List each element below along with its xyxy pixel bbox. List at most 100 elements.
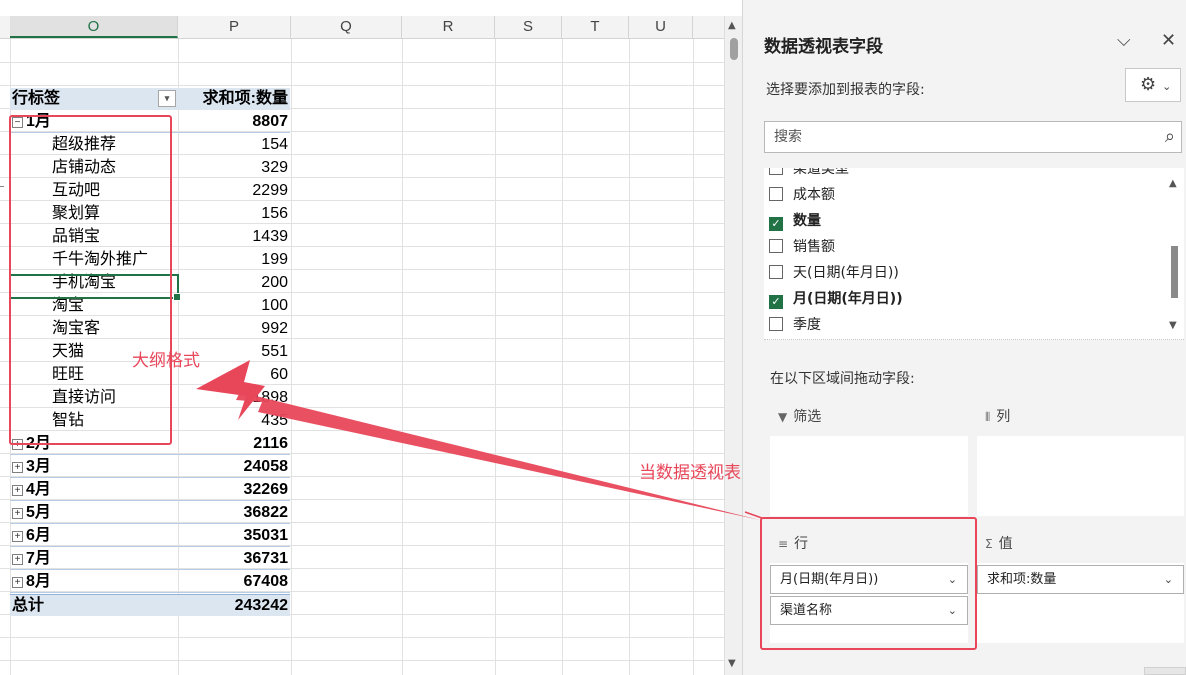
- pivot-row-value: 2116: [253, 435, 288, 452]
- pivot-row[interactable]: +4月 32269: [10, 479, 290, 501]
- pivot-value-header: 求和项:数量: [202, 90, 288, 107]
- expand-icon[interactable]: +: [12, 462, 23, 473]
- pivot-row-value: 1898: [252, 389, 288, 406]
- values-area[interactable]: Σ值 求和项:数量 ⌄: [977, 525, 1184, 643]
- pivot-row-value: 35031: [243, 527, 289, 544]
- search-input[interactable]: [765, 122, 1135, 152]
- pivot-row[interactable]: +8月 67408: [10, 571, 290, 593]
- pivot-row-label: +5月: [12, 502, 51, 524]
- field-item[interactable]: 季度: [769, 312, 821, 338]
- field-item[interactable]: 天(日期(年月日)): [769, 260, 899, 286]
- gear-icon: ⚙: [1140, 74, 1157, 95]
- scrollbar-thumb[interactable]: [730, 38, 738, 60]
- search-icon[interactable]: ⌕: [1165, 126, 1175, 147]
- checkbox-checked-icon[interactable]: ✓: [769, 295, 783, 309]
- checkbox-icon[interactable]: [769, 317, 783, 331]
- scrollbar-thumb[interactable]: [1171, 246, 1178, 298]
- chevron-down-icon[interactable]: ⌄: [1164, 566, 1173, 593]
- pivot-row-value: 435: [261, 412, 288, 429]
- field-item[interactable]: ✓ 月(日期(年月日)): [769, 286, 903, 312]
- field-item-label: 销售额: [793, 239, 835, 255]
- pivot-row-label: +6月: [12, 525, 51, 547]
- expand-icon[interactable]: +: [12, 508, 23, 519]
- pivot-row-label: 总计: [12, 595, 44, 617]
- column-header-q[interactable]: Q: [291, 16, 402, 38]
- sigma-icon: Σ: [985, 537, 993, 551]
- pivot-row-value: 67408: [243, 573, 289, 590]
- checkbox-icon[interactable]: [769, 265, 783, 279]
- search-field[interactable]: ⌕: [764, 121, 1182, 153]
- gridline-vertical: [629, 39, 630, 675]
- gridline-vertical: [693, 39, 694, 675]
- values-area-header: Σ值: [977, 525, 1184, 563]
- pane-resize-handle[interactable]: [1144, 667, 1186, 675]
- filter-area-label: 筛选: [793, 409, 822, 425]
- pane-title: 数据透视表字段: [764, 37, 883, 57]
- close-icon[interactable]: ✕: [1161, 30, 1176, 51]
- expand-icon[interactable]: +: [12, 554, 23, 565]
- pivot-row-value: 154: [261, 136, 288, 153]
- scroll-up-icon[interactable]: ▲: [1169, 178, 1177, 189]
- choose-fields-label: 选择要添加到报表的字段:: [766, 82, 925, 98]
- column-header-o[interactable]: O: [10, 16, 178, 38]
- scroll-down-icon[interactable]: ▼: [728, 658, 736, 669]
- outline-format-note: 大纲格式: [132, 351, 200, 371]
- pivot-row-label: +8月: [12, 571, 51, 593]
- row-tick: [0, 186, 4, 187]
- gridline-horizontal: [0, 637, 724, 638]
- gridline-vertical: [562, 39, 563, 675]
- scroll-up-icon[interactable]: ▲: [728, 20, 736, 31]
- pivot-row-value: 60: [270, 366, 288, 383]
- columns-area[interactable]: ⦀ 列: [977, 398, 1184, 516]
- columns-area-label: 列: [996, 409, 1011, 425]
- field-settings-button[interactable]: ⚙ ⌄: [1125, 68, 1181, 102]
- field-item[interactable]: 销售额: [769, 234, 835, 260]
- pivot-grand-total-row[interactable]: 总计 243242: [10, 594, 290, 616]
- column-header-u[interactable]: U: [629, 16, 693, 38]
- sheet-vertical-scrollbar[interactable]: ▲ ▼: [724, 16, 742, 675]
- pivot-row-label-text: 5月: [26, 504, 51, 521]
- gridline-horizontal: [0, 85, 724, 86]
- column-header-t[interactable]: T: [562, 16, 629, 38]
- field-item-label: 成本额: [793, 187, 835, 203]
- field-item-label: 渠道类型: [793, 168, 849, 177]
- row-labels-filter-button[interactable]: ▾: [158, 90, 176, 107]
- pivot-row[interactable]: +3月 24058: [10, 456, 290, 478]
- checkbox-icon[interactable]: [769, 168, 783, 175]
- expand-icon[interactable]: +: [12, 531, 23, 542]
- chevron-down-icon[interactable]: ⌵: [1117, 30, 1131, 51]
- pivot-row-value: 100: [261, 297, 288, 314]
- field-item[interactable]: ✓ 数量: [769, 208, 821, 234]
- checkbox-checked-icon[interactable]: ✓: [769, 217, 783, 231]
- pivot-row-value: 1439: [252, 228, 288, 245]
- filter-area[interactable]: ▼ 筛选: [770, 398, 968, 516]
- gridline-vertical: [495, 39, 496, 675]
- expand-icon[interactable]: +: [12, 485, 23, 496]
- scroll-down-icon[interactable]: ▼: [1169, 320, 1177, 331]
- gridline-horizontal: [0, 62, 724, 63]
- value-field-sum-quantity[interactable]: 求和项:数量 ⌄: [977, 565, 1184, 594]
- filter-icon: ▼: [778, 410, 788, 424]
- field-item-label: 月(日期(年月日)): [793, 291, 903, 307]
- value-field-label: 求和项:数量: [987, 572, 1057, 587]
- columns-area-header: ⦀ 列: [977, 398, 1184, 436]
- pivot-row-value: 2299: [252, 182, 288, 199]
- checkbox-icon[interactable]: [769, 187, 783, 201]
- pivot-row-value: 329: [261, 159, 288, 176]
- pivot-row[interactable]: +5月 36822: [10, 502, 290, 524]
- pivot-header-row: 行标签 ▾ 求和项:数量: [10, 88, 290, 110]
- pivot-row-labels-header: 行标签: [12, 90, 61, 107]
- field-item[interactable]: 成本额: [769, 182, 835, 208]
- column-header-p[interactable]: P: [178, 16, 291, 38]
- pivot-row[interactable]: +6月 35031: [10, 525, 290, 547]
- pivot-row-label: +3月: [12, 456, 51, 478]
- expand-icon[interactable]: +: [12, 577, 23, 588]
- column-header-r[interactable]: R: [402, 16, 495, 38]
- checkbox-icon[interactable]: [769, 239, 783, 253]
- pivot-row[interactable]: +7月 36731: [10, 548, 290, 570]
- outline-highlight-box: [9, 115, 172, 445]
- field-list-scrollbar[interactable]: ▲ ▼: [1164, 168, 1184, 339]
- pivot-row-value: 8807: [252, 113, 288, 130]
- field-item[interactable]: 渠道类型: [769, 168, 849, 182]
- column-header-s[interactable]: S: [495, 16, 562, 38]
